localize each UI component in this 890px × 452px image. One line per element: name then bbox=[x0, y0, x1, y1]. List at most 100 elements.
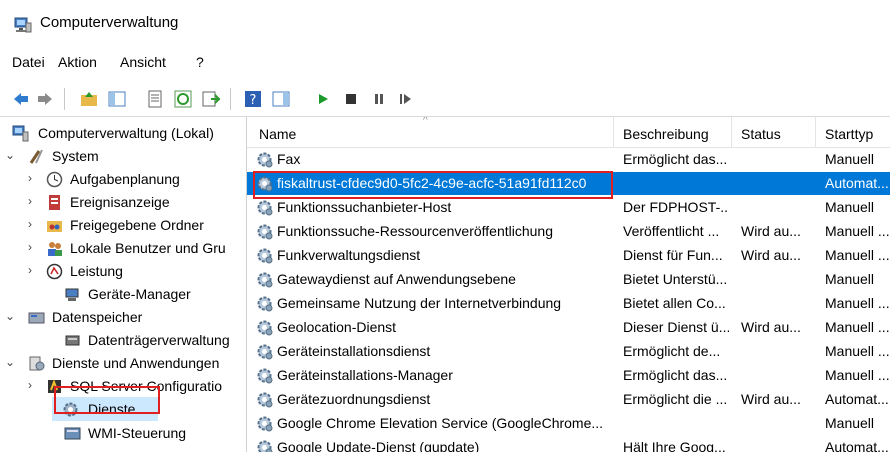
tree-label: Lokale Benutzer und Gru bbox=[70, 240, 226, 256]
cell-status: Wird au... bbox=[741, 391, 801, 407]
table-row[interactable]: Fax Ermöglicht das... Manuell bbox=[247, 148, 890, 171]
export-list-icon[interactable] bbox=[202, 90, 220, 108]
forward-arrow-icon[interactable] bbox=[36, 90, 54, 108]
cell-beschreibung: Veröffentlicht ... bbox=[623, 223, 720, 239]
tree-item-ereignisanzeige[interactable]: › Ereignisanzeige bbox=[0, 192, 246, 214]
tree-item-leistung[interactable]: › Leistung bbox=[0, 261, 246, 283]
cell-beschreibung: Der FDPHOST-... bbox=[623, 199, 729, 215]
tree-item-lokale-benutzer[interactable]: › Lokale Benutzer und Gru bbox=[0, 238, 246, 260]
chevron-down-icon[interactable]: ⌄ bbox=[4, 355, 16, 369]
sort-caret-icon: ^ bbox=[423, 117, 428, 126]
chevron-right-icon[interactable]: › bbox=[24, 263, 36, 277]
cell-starttyp: Manuell bbox=[825, 271, 875, 287]
tree-item-datentraegerverwaltung[interactable]: Datenträgerverwaltung bbox=[0, 330, 246, 352]
tree-label: WMI-Steuerung bbox=[88, 425, 187, 441]
cell-beschreibung: Dienst für Fun... bbox=[623, 247, 723, 263]
show-hide-tree-icon[interactable] bbox=[108, 90, 126, 108]
dienste-highlight-box bbox=[54, 386, 160, 414]
tree-item-datenspeicher[interactable]: ⌄ Datenspeicher bbox=[0, 307, 246, 329]
stop-icon[interactable] bbox=[342, 90, 360, 108]
tree-item-root[interactable]: Computerverwaltung (Lokal) bbox=[0, 123, 246, 145]
tree-item-freigegebene-ordner[interactable]: › Freigegebene Ordner bbox=[0, 215, 246, 237]
tree-label: Ereignisanzeige bbox=[70, 194, 170, 210]
users-icon bbox=[48, 242, 62, 256]
service-gear-icon bbox=[256, 391, 273, 408]
back-arrow-icon[interactable] bbox=[12, 90, 30, 108]
table-row[interactable]: Gerätezuordnungsdienst Ermöglicht die ...… bbox=[247, 388, 890, 411]
column-header-starttyp[interactable]: Starttyp bbox=[825, 126, 873, 142]
column-divider[interactable] bbox=[815, 117, 816, 147]
cell-name: Geolocation-Dienst bbox=[277, 319, 397, 335]
window-title: Computerverwaltung bbox=[40, 14, 179, 31]
menu-datei[interactable]: Datei bbox=[12, 54, 45, 70]
cell-starttyp: Manuell ... bbox=[825, 223, 890, 239]
table-row[interactable]: Google Update-Dienst (gupdate) Hält Ihre … bbox=[247, 436, 890, 452]
tree-label: Dienste und Anwendungen bbox=[52, 355, 220, 371]
disk-management-icon bbox=[65, 335, 80, 346]
toolbar-separator bbox=[64, 88, 65, 110]
chevron-right-icon[interactable]: › bbox=[24, 378, 36, 392]
column-divider[interactable] bbox=[731, 117, 732, 147]
table-row[interactable]: Funktionssuchanbieter-Host Der FDPHOST-..… bbox=[247, 196, 890, 219]
table-row[interactable]: Geräteinstallationsdienst Ermöglicht de..… bbox=[247, 340, 890, 363]
cell-starttyp: Manuell ... bbox=[825, 295, 890, 311]
column-header-name[interactable]: Name bbox=[259, 126, 296, 142]
service-gear-icon bbox=[256, 343, 273, 360]
svg-text:?: ? bbox=[250, 93, 257, 108]
table-row[interactable]: Google Chrome Elevation Service (GoogleC… bbox=[247, 412, 890, 435]
clock-icon bbox=[46, 171, 63, 188]
computer-management-icon bbox=[14, 17, 32, 33]
table-row[interactable]: Funkverwaltungsdienst Dienst für Fun... Wi… bbox=[247, 244, 890, 267]
selected-service-highlight-box bbox=[253, 171, 613, 199]
tree-item-system[interactable]: ⌄ System bbox=[0, 146, 246, 168]
help-icon[interactable]: ? bbox=[244, 90, 262, 108]
cell-starttyp: Manuell ... bbox=[825, 343, 890, 359]
properties-icon[interactable] bbox=[146, 90, 164, 108]
column-header-beschreibung[interactable]: Beschreibung bbox=[623, 126, 709, 142]
table-row[interactable]: Gemeinsame Nutzung der Internetverbindun… bbox=[247, 292, 890, 315]
cell-starttyp: Manuell bbox=[825, 151, 875, 167]
start-icon[interactable] bbox=[314, 90, 332, 108]
event-viewer-icon bbox=[49, 195, 60, 210]
column-header-status[interactable]: Status bbox=[741, 126, 781, 142]
pause-icon[interactable] bbox=[370, 90, 388, 108]
chevron-down-icon[interactable]: ⌄ bbox=[4, 148, 16, 162]
table-row[interactable]: Geräteinstallations-Manager Ermöglicht da… bbox=[247, 364, 890, 387]
tree-item-dienste-und-anwendungen[interactable]: ⌄ Dienste und Anwendungen bbox=[0, 353, 246, 375]
restart-icon[interactable] bbox=[396, 90, 414, 108]
table-row[interactable]: Geolocation-Dienst Dieser Dienst ü... Wird… bbox=[247, 316, 890, 339]
service-gear-icon bbox=[256, 271, 273, 288]
tree-item-geraete-manager[interactable]: Geräte-Manager bbox=[0, 284, 246, 306]
cell-starttyp: Automat... bbox=[825, 175, 889, 191]
tree-item-aufgabenplanung[interactable]: › Aufgabenplanung bbox=[0, 169, 246, 191]
action-pane-icon[interactable] bbox=[272, 90, 290, 108]
chevron-right-icon[interactable]: › bbox=[24, 217, 36, 231]
service-gear-icon bbox=[256, 439, 273, 452]
cell-status: Wird au... bbox=[741, 223, 801, 239]
chevron-right-icon[interactable]: › bbox=[24, 194, 36, 208]
chevron-down-icon[interactable]: ⌄ bbox=[4, 309, 16, 323]
wmi-icon bbox=[64, 427, 81, 440]
menu-ansicht[interactable]: Ansicht bbox=[120, 54, 166, 70]
service-gear-icon bbox=[256, 151, 273, 168]
chevron-right-icon[interactable]: › bbox=[24, 240, 36, 254]
tree-label: Datenträgerverwaltung bbox=[88, 332, 230, 348]
service-gear-icon bbox=[256, 247, 273, 264]
menu-aktion[interactable]: Aktion bbox=[58, 54, 97, 70]
cell-name: Google Chrome Elevation Service (GoogleC… bbox=[277, 415, 604, 431]
cell-starttyp: Manuell ... bbox=[825, 247, 890, 263]
menu-help[interactable]: ? bbox=[196, 54, 204, 70]
chevron-right-icon[interactable]: › bbox=[24, 171, 36, 185]
up-folder-icon[interactable] bbox=[80, 90, 98, 108]
column-divider[interactable] bbox=[613, 117, 614, 147]
tree-item-wmi-steuerung[interactable]: WMI-Steuerung bbox=[0, 423, 246, 445]
toolbar: ? bbox=[0, 82, 890, 117]
cell-name: Geräteinstallationsdienst bbox=[277, 343, 431, 359]
table-row[interactable]: Gatewaydienst auf Anwendungsebene Bietet … bbox=[247, 268, 890, 291]
tree-label: Freigegebene Ordner bbox=[70, 217, 204, 233]
cell-name: Funkverwaltungsdienst bbox=[277, 247, 421, 263]
tree-label: Geräte-Manager bbox=[88, 286, 191, 302]
navigation-tree: Computerverwaltung (Lokal) ⌄ System › Au… bbox=[0, 117, 247, 452]
table-row[interactable]: Funktionssuche-Ressourcenveröffentlichun… bbox=[247, 220, 890, 243]
refresh-icon[interactable] bbox=[174, 90, 192, 108]
